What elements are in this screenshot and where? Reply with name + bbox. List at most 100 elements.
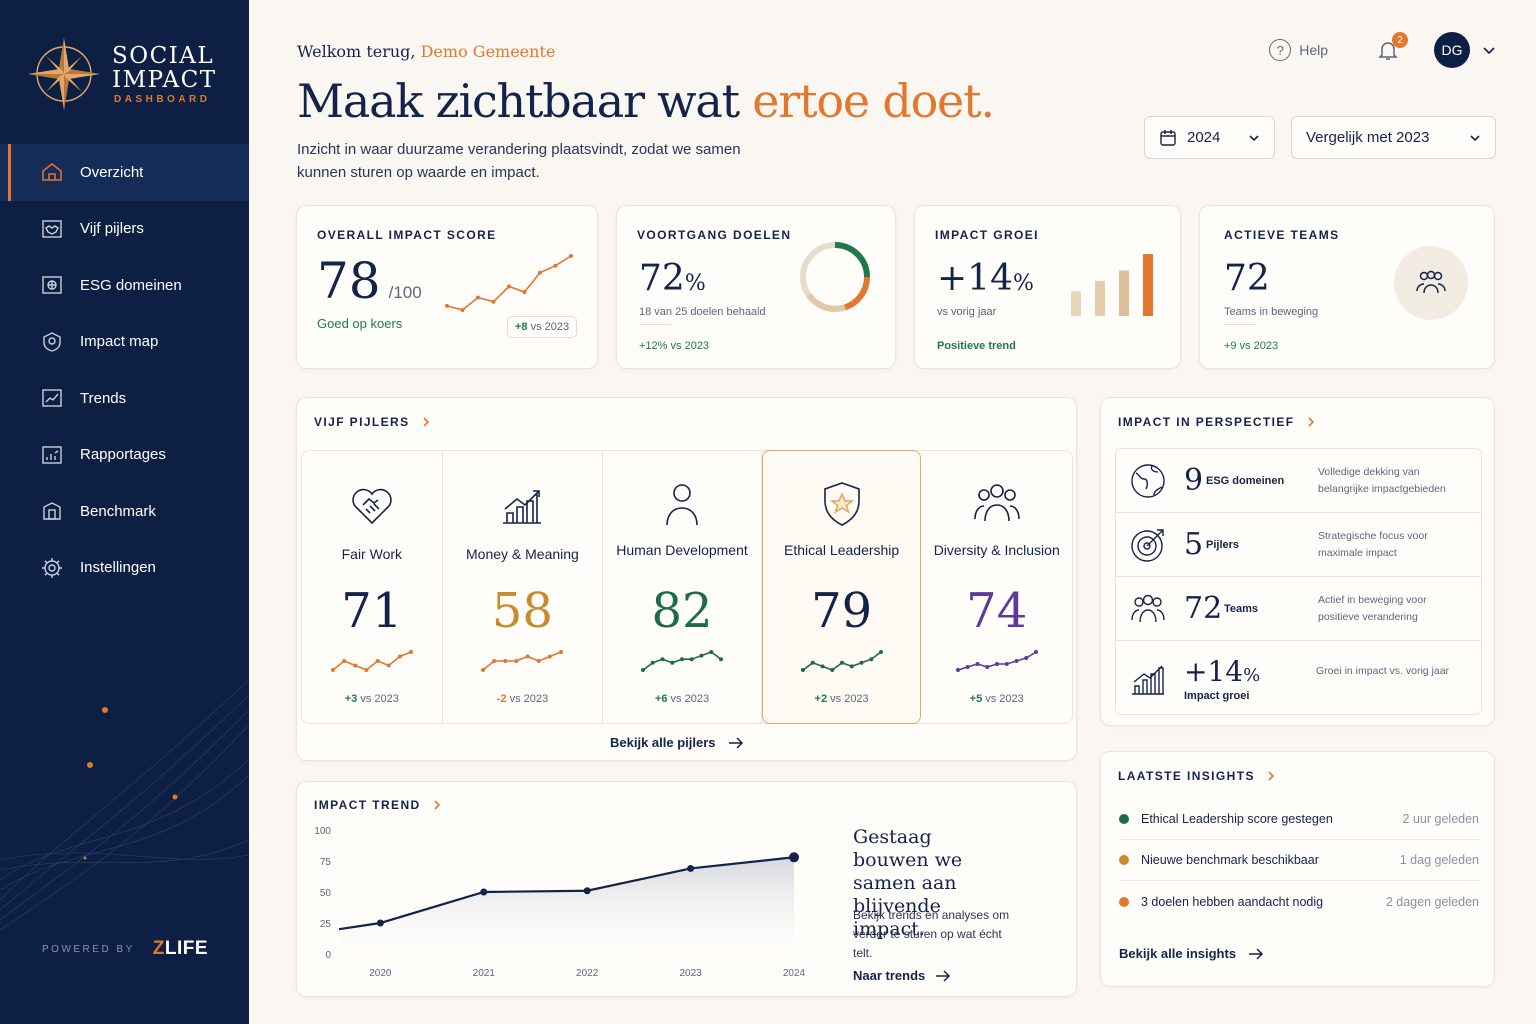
pillar-human-development[interactable]: Human Development 82 +6 vs 2023 [603, 451, 762, 723]
y-tick-label: 25 [320, 919, 332, 930]
overall-sparkline [445, 254, 573, 312]
to-trends-link[interactable]: Naar trends [853, 968, 951, 983]
teams-icon-badge [1394, 246, 1468, 320]
chevron-down-icon[interactable] [1482, 43, 1496, 57]
compass-star-icon [28, 38, 100, 110]
page-title: Maak zichtbaar wat ertoe doet. [297, 74, 995, 128]
kpi-active-teams[interactable]: ACTIEVE TEAMS 72 Teams in beweging +9 vs… [1199, 205, 1495, 369]
sparkline-point [507, 284, 511, 289]
sparkline-point [994, 662, 999, 666]
sparkline-point [709, 650, 714, 654]
trends-icon [42, 389, 62, 407]
kpi-unit: /100 [388, 283, 422, 302]
kpi-value: +14 [937, 258, 1013, 299]
perspective-title-link[interactable]: IMPACT IN PERSPECTIEF [1118, 415, 1317, 429]
kpi-impact-growth[interactable]: IMPACT GROEI +14 % vs vorig jaar Positie… [914, 205, 1181, 369]
sidebar-item-overzicht[interactable]: Overzicht [0, 144, 249, 201]
year-select[interactable]: 2024 [1144, 116, 1275, 159]
notifications-button[interactable]: 2 [1376, 32, 1408, 62]
sidebar-nav: Overzicht Vijf pijlers ESG domeinen Impa… [0, 144, 249, 596]
goals-donut [800, 242, 870, 312]
sidebar-item-trends[interactable]: Trends [0, 370, 249, 427]
pillar-score: 74 [966, 583, 1028, 639]
sparkline-point [680, 657, 685, 662]
sparkline-point [525, 654, 530, 659]
growth-bar [1143, 254, 1153, 316]
sidebar-item-impact-map[interactable]: Impact map [0, 314, 249, 371]
kpi-title: IMPACT GROEI [935, 228, 1039, 242]
sidebar-item-label: ESG domeinen [80, 276, 182, 294]
pillar-sparkline [800, 650, 883, 672]
pillar-fair-work[interactable]: Fair Work 71 +3 vs 2023 [302, 451, 443, 723]
sparkline-point [810, 660, 815, 665]
sparkline-point [868, 657, 873, 662]
pillar-delta: +6 vs 2023 [654, 693, 710, 705]
perspective-row-growth[interactable]: +14% Impact groei Groei in impact vs. vo… [1116, 641, 1482, 715]
brand-line2: IMPACT [112, 67, 217, 93]
view-all-pillars-link[interactable]: Bekijk alle pijlers [610, 735, 744, 750]
sparkline-point [460, 308, 465, 312]
sparkline-point [492, 659, 497, 663]
avatar[interactable]: DG [1434, 32, 1470, 68]
sidebar-item-label: Impact map [80, 333, 159, 351]
impact-trend-card: IMPACT TREND 0 25 50 75 100 2020 2021 2022 2023 2… [296, 781, 1077, 997]
sparkline-point [1004, 662, 1009, 666]
sparkline-point [537, 659, 542, 663]
gear-icon [42, 557, 62, 578]
chevron-right-icon [422, 417, 429, 427]
kpi-delta-badge: +8 vs 2023 [507, 316, 578, 338]
trend-point [687, 864, 695, 872]
pillar-score: 79 [811, 583, 873, 639]
pillar-diversity-inclusion[interactable]: Diversity & Inclusion 74 +5 vs 2023 [921, 451, 1072, 723]
sparkline-point [984, 665, 989, 669]
sparkline-point [975, 662, 980, 666]
pillar-score: 71 [341, 583, 403, 639]
brand-logo[interactable]: SOCIAL IMPACT DASHBOARD [26, 36, 236, 116]
sidebar-item-benchmark[interactable]: Benchmark [0, 483, 249, 540]
perspective-list: 9 ESG domeinen Volledige dekking van bel… [1115, 448, 1482, 715]
perspective-row-pijlers[interactable]: 5 Pijlers Strategische focus voor maxima… [1116, 513, 1482, 577]
perspective-card: IMPACT IN PERSPECTIEF 9 ESG domeinen Vol… [1100, 397, 1495, 726]
trend-title-link[interactable]: IMPACT TREND [314, 798, 443, 812]
group-icon [973, 484, 1020, 522]
sidebar-item-esg-domeinen[interactable]: ESG domeinen [0, 257, 249, 314]
x-tick-label: 2024 [783, 968, 806, 979]
insights-title-link[interactable]: LAATSTE INSIGHTS [1118, 769, 1277, 783]
sparkline-point [699, 653, 704, 658]
sidebar-item-rapportages[interactable]: Rapportages [0, 427, 249, 484]
insight-item[interactable]: Nieuwe benchmark beschikbaar 1 dag geled… [1119, 839, 1479, 881]
sparkline-series [446, 255, 572, 311]
trend-point [480, 888, 488, 896]
home-icon [42, 163, 62, 181]
perspective-row-esg[interactable]: 9 ESG domeinen Volledige dekking van bel… [1116, 449, 1482, 513]
sidebar-item-instellingen[interactable]: Instellingen [0, 540, 249, 597]
insight-item[interactable]: 3 doelen hebben aandacht nodig 2 dagen g… [1119, 881, 1479, 923]
pillar-money-meaning[interactable]: Money & Meaning 58 -2 vs 2023 [443, 451, 604, 723]
pillars-title-link[interactable]: VIJF PIJLERS [314, 415, 432, 429]
sparkline-point [397, 654, 402, 659]
kpi-goals-progress[interactable]: VOORTGANG DOELEN 72 % 18 van 25 doelen b… [616, 205, 896, 369]
pillar-ethical-leadership[interactable]: Ethical Leadership 79 +2 vs 2023 [761, 450, 922, 724]
impact-trend-chart[interactable]: 0 25 50 75 100 2020 2021 2022 2023 2024 [297, 818, 817, 988]
perspective-row-teams[interactable]: 72 Teams Actief in beweging voor positie… [1116, 577, 1482, 641]
shield-star-icon [823, 482, 860, 526]
view-all-insights-link[interactable]: Bekijk alle insights [1119, 946, 1264, 961]
pillars-icon [42, 220, 62, 238]
sparkline-point [955, 668, 960, 672]
pillar-score: 82 [651, 583, 713, 639]
pillar-name: Human Development [616, 542, 748, 558]
arrow-right-icon [728, 736, 743, 749]
pillar-name: Ethical Leadership [784, 542, 900, 558]
compare-select[interactable]: Vergelijk met 2023 [1291, 116, 1496, 159]
help-button[interactable]: ? Help [1269, 39, 1328, 61]
insights-card: LAATSTE INSIGHTS Ethical Leadership scor… [1100, 751, 1495, 987]
kpi-overall-impact[interactable]: OVERALL IMPACT SCORE 78 /100 Goed op koe… [296, 205, 598, 369]
pillars-card: VIJF PIJLERS Fair Work 71 +3 vs 2023 Mon… [296, 397, 1077, 761]
sparkline-point [569, 254, 573, 258]
insight-item[interactable]: Ethical Leadership score gestegen 2 uur … [1119, 798, 1479, 840]
sidebar-item-vijf-pijlers[interactable]: Vijf pijlers [0, 201, 249, 258]
people-icon [1416, 270, 1446, 294]
brand-subtitle: DASHBOARD [114, 94, 211, 105]
pillars-grid: Fair Work 71 +3 vs 2023 Money & Meaning … [301, 450, 1073, 724]
pillar-delta: +2 vs 2023 [814, 693, 869, 705]
